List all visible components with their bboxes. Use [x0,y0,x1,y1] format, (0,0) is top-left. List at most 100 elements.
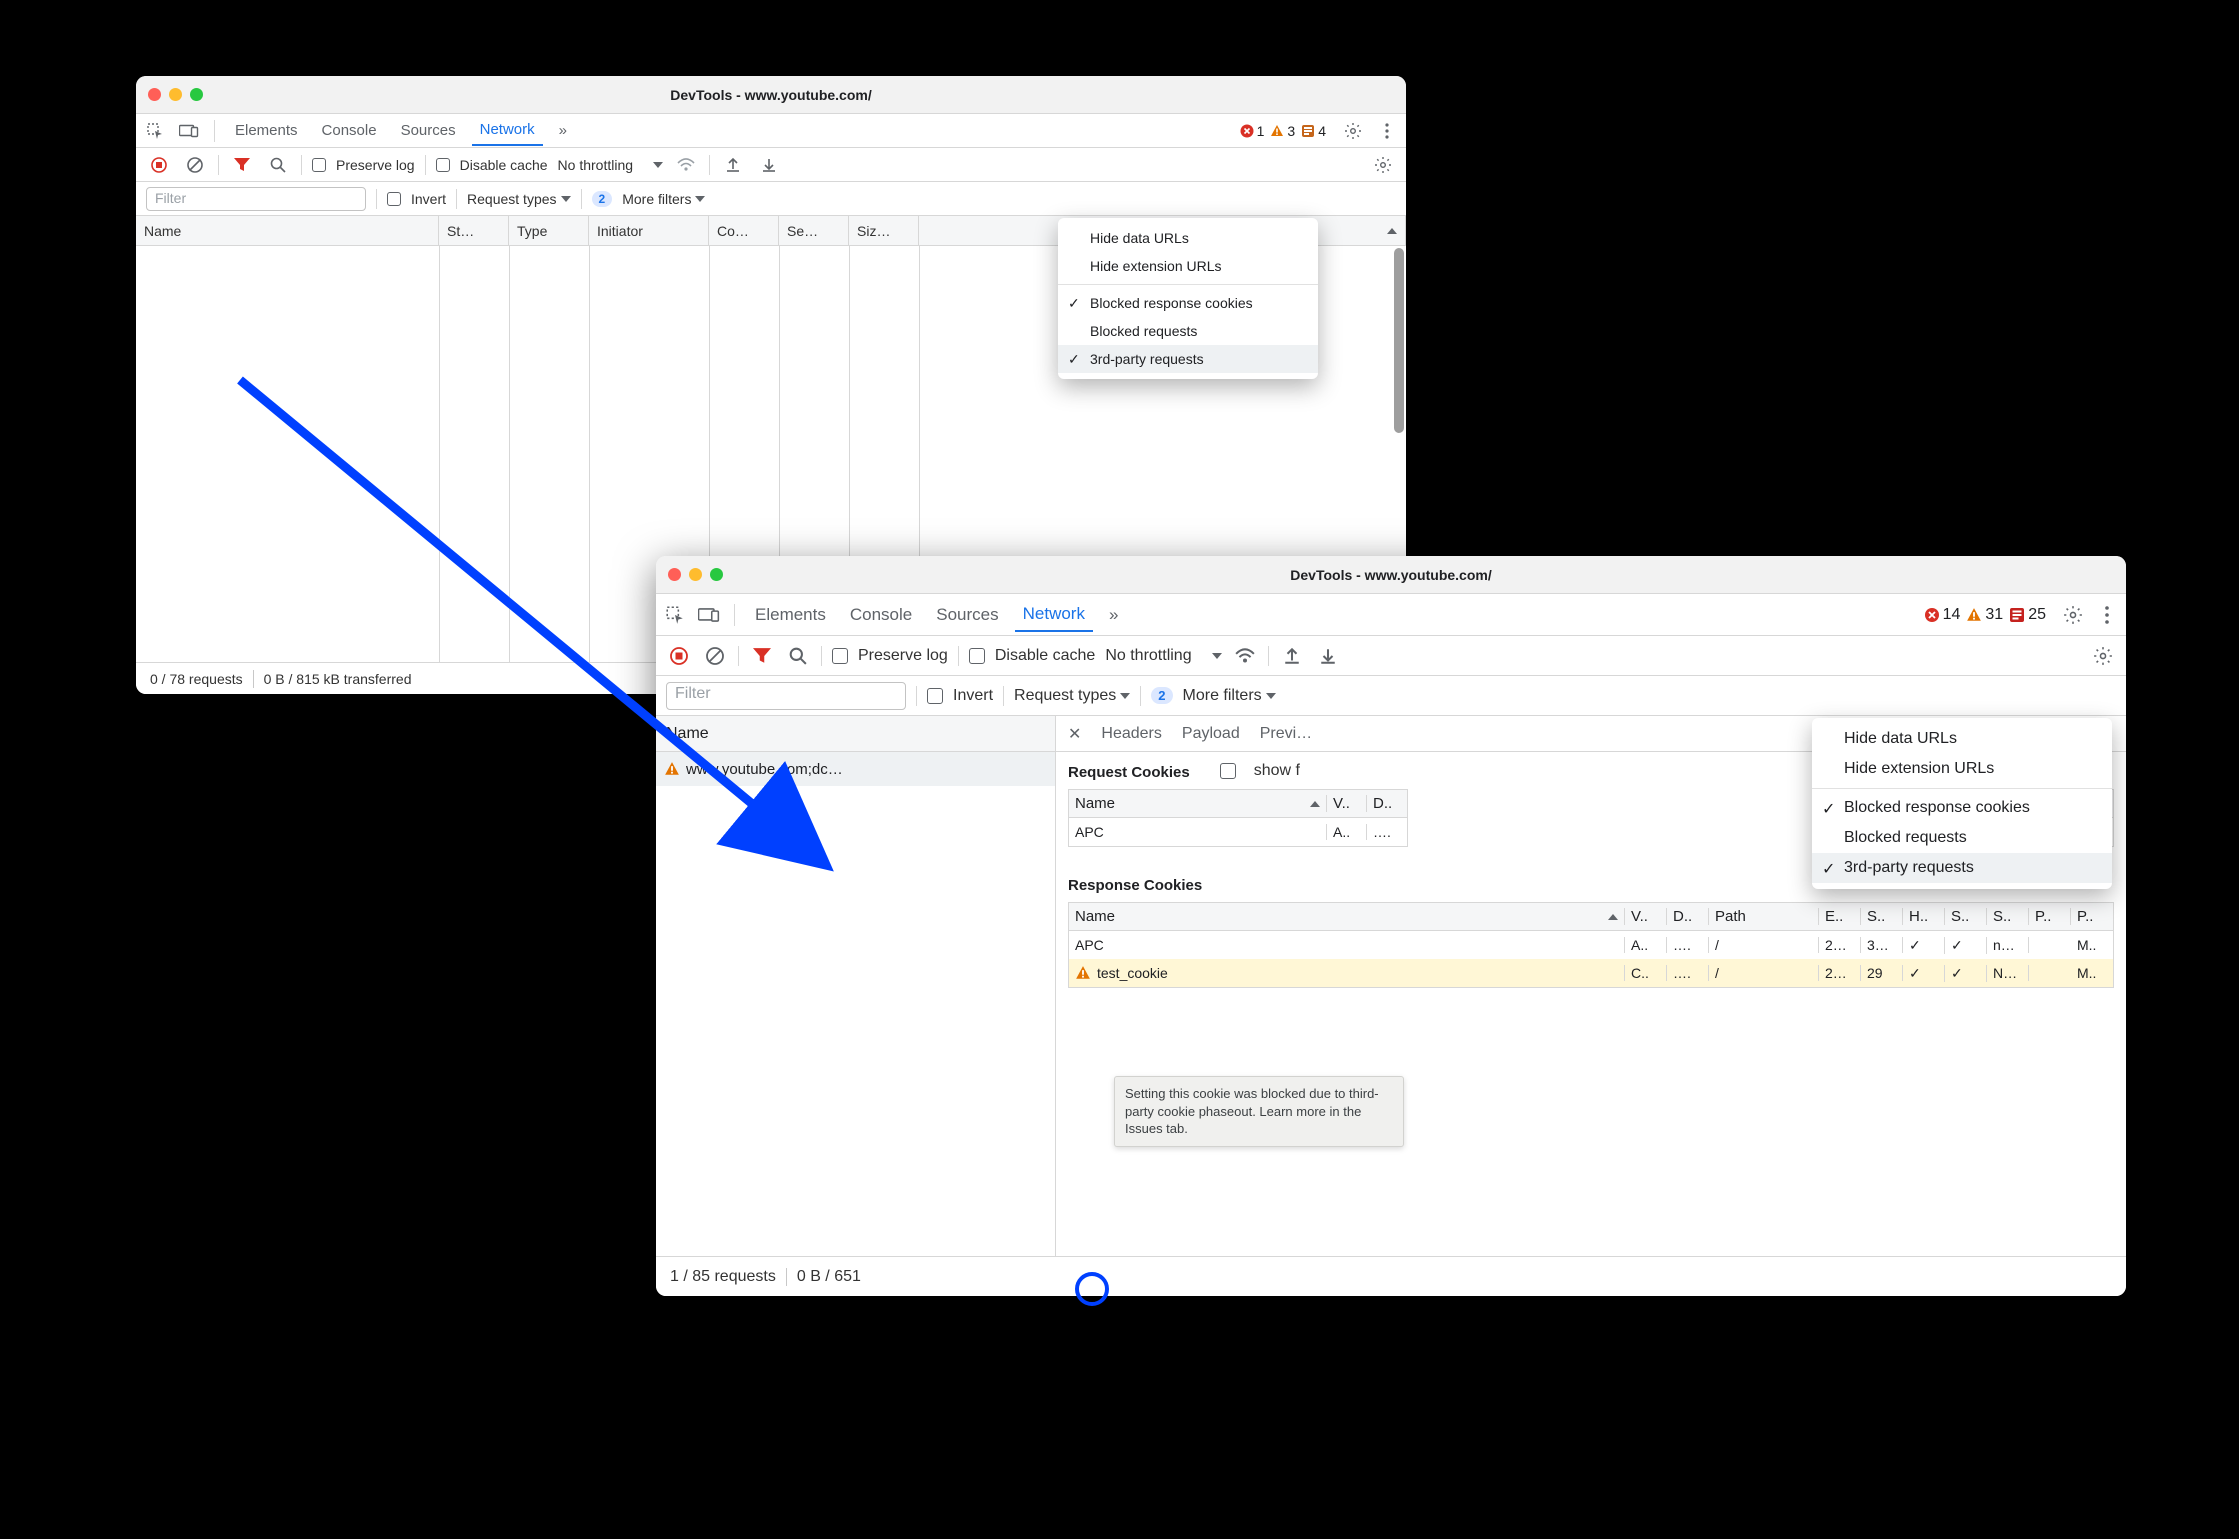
active-filter-count-badge: 2 [592,191,613,207]
filter-3rd-party-requests[interactable]: ✓3rd-party requests [1812,853,2112,883]
tab-sources[interactable]: Sources [393,116,464,145]
close-detail-icon[interactable]: ✕ [1068,724,1081,744]
warning-count: 31 [1985,606,2003,624]
inspect-element-icon[interactable] [142,118,168,144]
col-size[interactable]: Siz… [849,216,919,245]
preserve-log-checkbox[interactable] [832,648,848,664]
network-settings-icon[interactable] [2090,643,2116,669]
col-type[interactable]: Type [509,216,589,245]
requests-list-header[interactable]: Name [656,716,1055,752]
col-v[interactable]: V.. [1327,795,1367,812]
more-menu-icon[interactable] [1374,118,1400,144]
request-types-select[interactable]: Request types [467,191,571,207]
preserve-log-label: Preserve log [858,647,948,665]
tab-headers[interactable]: Headers [1101,725,1161,743]
search-icon[interactable] [785,643,811,669]
tab-network[interactable]: Network [1015,598,1093,632]
network-toolbar: Preserve log Disable cache No throttling [656,636,2126,676]
settings-icon[interactable] [2060,602,2086,628]
disable-cache-checkbox[interactable] [969,648,985,664]
settings-icon[interactable] [1340,118,1366,144]
download-har-icon[interactable] [756,152,782,178]
filter-hide-data-urls[interactable]: Hide data URLs [1058,224,1318,252]
more-tabs-button[interactable]: » [1101,599,1126,631]
more-tabs-button[interactable]: » [551,116,575,145]
device-toolbar-icon[interactable] [176,118,202,144]
invert-checkbox[interactable] [387,192,401,206]
clear-button[interactable] [182,152,208,178]
clear-button[interactable] [702,643,728,669]
record-button[interactable] [146,152,172,178]
request-types-select[interactable]: Request types [1014,687,1130,705]
record-button[interactable] [666,643,692,669]
issue-counts[interactable]: 14 31 25 [1924,606,2046,624]
invert-checkbox[interactable] [927,688,943,704]
filter-icon[interactable] [749,643,775,669]
check-icon: ✓ [1068,351,1080,368]
col-name[interactable]: Name [136,216,439,245]
col-name[interactable]: Name [1069,795,1327,812]
download-har-icon[interactable] [1315,643,1341,669]
network-conditions-icon[interactable] [1232,643,1258,669]
check-icon: ✓ [1068,295,1080,312]
disable-cache-checkbox[interactable] [436,158,450,172]
filter-blocked-response-cookies[interactable]: ✓Blocked response cookies [1058,289,1318,317]
filter-input[interactable]: Filter [666,682,906,710]
filter-hide-data-urls[interactable]: Hide data URLs [1812,724,2112,754]
network-conditions-icon[interactable] [673,152,699,178]
upload-har-icon[interactable] [720,152,746,178]
more-filters-select[interactable]: More filters [622,191,705,207]
tab-elements[interactable]: Elements [747,599,834,631]
annotation-ring [1075,1272,1109,1306]
more-filters-select[interactable]: More filters [1183,687,1276,705]
cookie-row[interactable]: APC A.. …. / 2… 3… ✓ ✓ n… M.. [1069,931,2113,959]
throttling-select[interactable]: No throttling [1105,647,1221,665]
tab-payload[interactable]: Payload [1182,725,1240,743]
cookie-name: APC [1069,824,1327,840]
tab-console[interactable]: Console [314,116,385,145]
col-co[interactable]: Co… [709,216,779,245]
show-filtered-label: show f [1254,762,1300,780]
info-count: 4 [1318,123,1326,139]
filter-hide-extension-urls[interactable]: Hide extension URLs [1058,252,1318,280]
filter-blocked-response-cookies[interactable]: ✓Blocked response cookies [1812,793,2112,823]
scrollbar-thumb[interactable] [1394,248,1404,433]
issue-counts[interactable]: 1 3 4 [1240,123,1326,139]
tab-elements[interactable]: Elements [227,116,306,145]
show-filtered-cookies-checkbox[interactable] [1220,763,1236,779]
col-name[interactable]: Name [1069,908,1625,925]
info-icon [2009,607,2025,623]
col-initiator[interactable]: Initiator [589,216,709,245]
tab-sources[interactable]: Sources [928,599,1006,631]
sort-asc-icon [1387,228,1397,234]
col-d[interactable]: D.. [1367,795,1407,812]
window-title: DevTools - www.youtube.com/ [136,87,1406,103]
request-cookies-title: Request Cookies [1056,752,1202,789]
col-status[interactable]: St… [439,216,509,245]
preserve-log-checkbox[interactable] [312,158,326,172]
tab-network[interactable]: Network [472,115,543,146]
filter-bar: Filter Invert Request types 2 More filte… [136,182,1406,216]
tab-preview[interactable]: Previ… [1260,725,1312,743]
device-toolbar-icon[interactable] [696,602,722,628]
cookie-row[interactable]: APC A.. …. [1069,818,1407,846]
throttling-select[interactable]: No throttling [558,157,663,173]
disable-cache-label: Disable cache [995,647,1096,665]
filter-hide-extension-urls[interactable]: Hide extension URLs [1812,754,2112,784]
filter-blocked-requests[interactable]: Blocked requests [1812,823,2112,853]
tab-console[interactable]: Console [842,599,920,631]
requests-list: Name www.youtube.com;dc… [656,716,1056,1256]
col-se[interactable]: Se… [779,216,849,245]
request-row[interactable]: www.youtube.com;dc… [656,752,1055,786]
filter-icon[interactable] [229,152,255,178]
filter-input[interactable]: Filter [146,187,366,211]
more-menu-icon[interactable] [2094,602,2120,628]
inspect-element-icon[interactable] [662,602,688,628]
filter-3rd-party-requests[interactable]: ✓3rd-party requests [1058,345,1318,373]
network-settings-icon[interactable] [1370,152,1396,178]
cookie-row-blocked[interactable]: test_cookie C.. …. / 2… 29 ✓ ✓ N… M.. [1069,959,2113,987]
search-icon[interactable] [265,152,291,178]
filter-blocked-requests[interactable]: Blocked requests [1058,317,1318,345]
filter-placeholder: Filter [675,685,711,702]
upload-har-icon[interactable] [1279,643,1305,669]
